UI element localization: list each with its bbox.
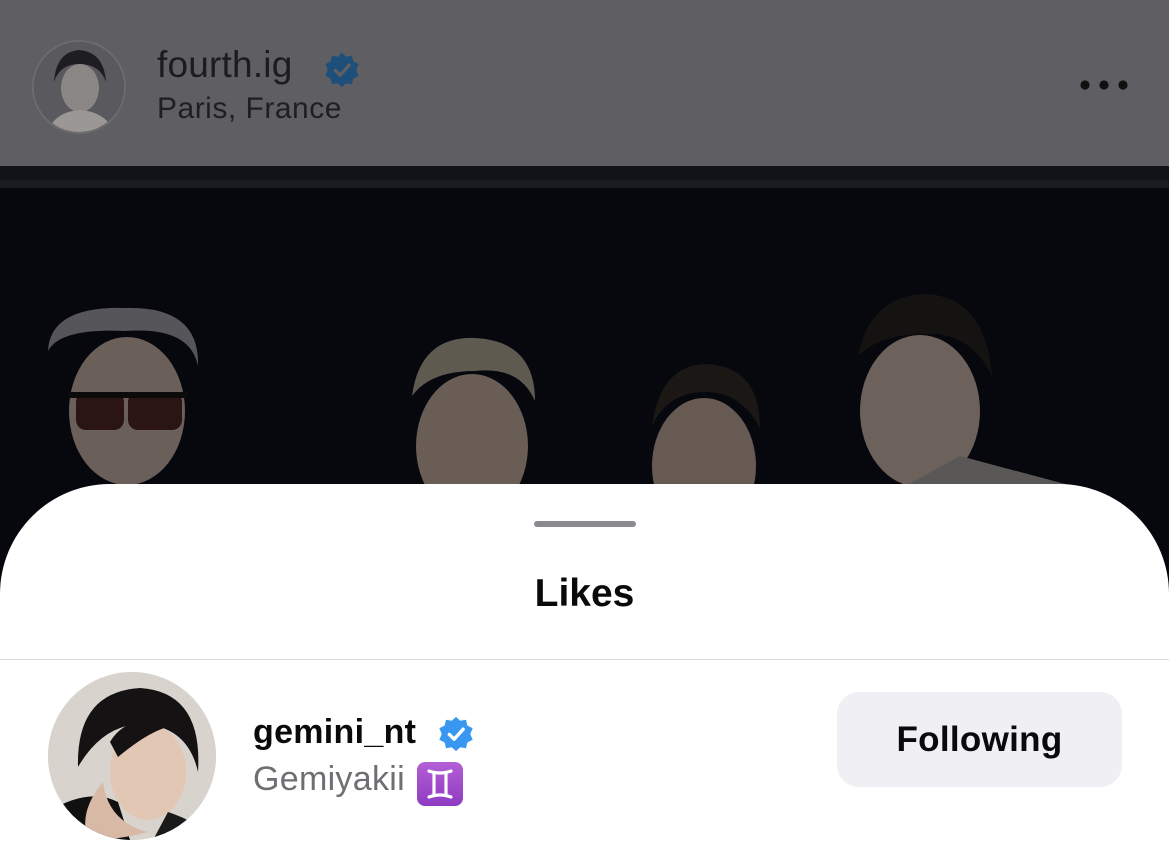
list-item[interactable]: gemini_nt Gemiyakii Following (0, 660, 1169, 855)
liker-username[interactable]: gemini_nt (253, 713, 416, 752)
gemini-zodiac-icon (417, 762, 463, 806)
likes-sheet: Likes gemini_nt Gemiyakii Following (0, 484, 1169, 855)
post-author-username[interactable]: fourth.ig (157, 44, 293, 86)
sheet-title: Likes (534, 572, 635, 615)
verified-badge-icon (439, 716, 473, 752)
following-button[interactable]: Following (837, 692, 1122, 787)
post-header: fourth.ig Paris, France (0, 0, 1169, 166)
liker-full-name: Gemiyakii (253, 760, 405, 798)
sheet-grabber[interactable] (534, 521, 636, 527)
verified-badge-icon (325, 52, 359, 88)
avatar[interactable] (48, 672, 216, 840)
post-author-avatar[interactable] (32, 40, 126, 134)
post-location[interactable]: Paris, France (157, 92, 342, 126)
more-horizontal-icon[interactable] (1076, 72, 1132, 98)
